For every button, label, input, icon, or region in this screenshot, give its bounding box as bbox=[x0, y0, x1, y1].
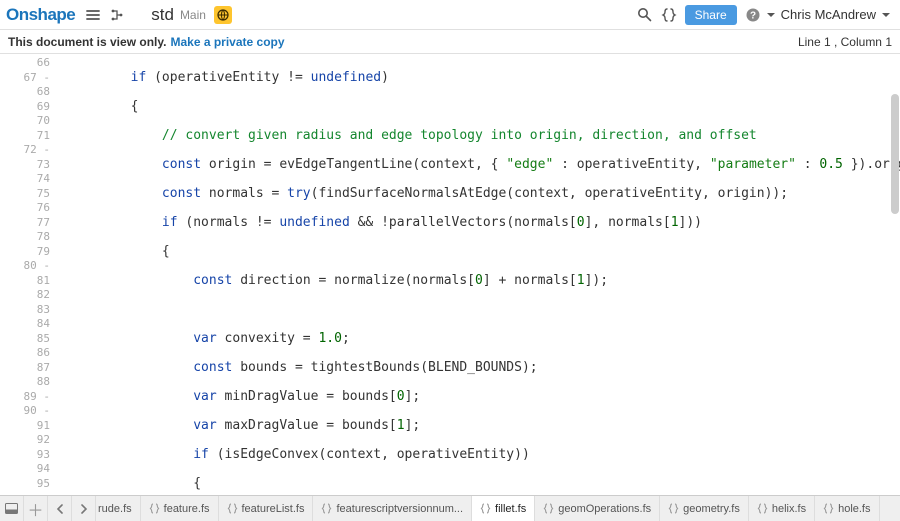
tab-geometry-fs[interactable]: geometry.fs bbox=[660, 496, 749, 521]
code-editor[interactable]: 6667 -6869707172 -7374757677787980 -8182… bbox=[0, 54, 900, 495]
tab-label: geomOperations.fs bbox=[558, 503, 651, 515]
line-number: 83 bbox=[0, 303, 50, 318]
top-bar: Onshape std Main Share ? Chris McAndrew bbox=[0, 0, 900, 30]
line-number: 71 bbox=[0, 129, 50, 144]
line-number: 94 bbox=[0, 462, 50, 477]
line-number: 73 bbox=[0, 158, 50, 173]
help-icon[interactable]: ? bbox=[743, 5, 763, 25]
line-number: 81 bbox=[0, 274, 50, 289]
line-gutter: 6667 -6869707172 -7374757677787980 -8182… bbox=[0, 54, 58, 495]
line-number: 82 bbox=[0, 288, 50, 303]
featurescript-file-icon bbox=[757, 503, 768, 514]
tab-strip: rude.fs feature.fs featureList.fs featuresc… bbox=[96, 496, 900, 521]
line-number: 77 bbox=[0, 216, 50, 231]
next-tab-icon[interactable] bbox=[72, 496, 96, 521]
line-number: 93 bbox=[0, 448, 50, 463]
code-content[interactable]: if (operativeEntity != undefined) { // c… bbox=[58, 54, 900, 495]
cursor-position: Line 1 , Column 1 bbox=[798, 35, 892, 49]
line-number: 79 bbox=[0, 245, 50, 260]
line-number: 66 bbox=[0, 56, 50, 71]
tab-featureList-fs[interactable]: featureList.fs bbox=[219, 496, 314, 521]
tree-icon[interactable] bbox=[107, 5, 127, 25]
featurescript-file-icon bbox=[321, 503, 332, 514]
line-number: 87 bbox=[0, 361, 50, 376]
tab-label: fillet.fs bbox=[495, 503, 526, 515]
document-title: std bbox=[151, 5, 174, 25]
line-number: 92 bbox=[0, 433, 50, 448]
line-number: 68 bbox=[0, 85, 50, 100]
tab-fillet-fs[interactable]: fillet.fs bbox=[472, 496, 535, 521]
tab-feature-fs[interactable]: feature.fs bbox=[141, 496, 219, 521]
tab-label: rude.fs bbox=[98, 503, 132, 515]
tab-label: geometry.fs bbox=[683, 503, 740, 515]
line-number: 74 bbox=[0, 172, 50, 187]
tab-label: feature.fs bbox=[164, 503, 210, 515]
line-number: 72 - bbox=[0, 143, 50, 158]
tab-featurescriptversionnum-[interactable]: featurescriptversionnum... bbox=[313, 496, 472, 521]
vertical-scrollbar[interactable] bbox=[890, 54, 900, 495]
tab-hole-fs[interactable]: hole.fs bbox=[815, 496, 879, 521]
featurescript-icon[interactable] bbox=[659, 5, 679, 25]
tab-label: hole.fs bbox=[838, 503, 870, 515]
line-number: 84 bbox=[0, 317, 50, 332]
line-number: 91 bbox=[0, 419, 50, 434]
add-tab-icon[interactable]: ＋ bbox=[24, 496, 48, 521]
line-number: 69 bbox=[0, 100, 50, 115]
scrollbar-thumb[interactable] bbox=[891, 94, 899, 214]
featurescript-file-icon bbox=[823, 503, 834, 514]
line-number: 78 bbox=[0, 230, 50, 245]
line-number: 95 bbox=[0, 477, 50, 492]
line-number: 67 - bbox=[0, 71, 50, 86]
line-number: 70 bbox=[0, 114, 50, 129]
tab-rude-fs[interactable]: rude.fs bbox=[96, 496, 141, 521]
info-bar: This document is view only. Make a priva… bbox=[0, 30, 900, 54]
featurescript-file-icon bbox=[149, 503, 160, 514]
tab-geomOperations-fs[interactable]: geomOperations.fs bbox=[535, 496, 660, 521]
line-number: 86 bbox=[0, 346, 50, 361]
share-button[interactable]: Share bbox=[685, 5, 737, 25]
tab-helix-fs[interactable]: helix.fs bbox=[749, 496, 815, 521]
tab-label: helix.fs bbox=[772, 503, 806, 515]
featurescript-file-icon bbox=[668, 503, 679, 514]
branch-name[interactable]: Main bbox=[180, 8, 206, 22]
bottom-bar: ＋ rude.fs feature.fs featureList.fs feature… bbox=[0, 495, 900, 521]
line-number: 88 bbox=[0, 375, 50, 390]
featurescript-file-icon bbox=[543, 503, 554, 514]
logo[interactable]: Onshape bbox=[6, 5, 75, 25]
menu-icon[interactable] bbox=[83, 5, 103, 25]
help-dropdown-icon[interactable] bbox=[765, 7, 775, 22]
featurescript-file-icon bbox=[480, 503, 491, 514]
tab-label: featureList.fs bbox=[242, 503, 305, 515]
search-icon[interactable] bbox=[635, 5, 655, 25]
line-number: 89 - bbox=[0, 390, 50, 405]
line-number: 80 - bbox=[0, 259, 50, 274]
prev-tab-icon[interactable] bbox=[48, 496, 72, 521]
line-number: 76 bbox=[0, 201, 50, 216]
make-copy-link[interactable]: Make a private copy bbox=[170, 35, 284, 49]
user-menu[interactable]: Chris McAndrew bbox=[781, 7, 890, 22]
line-number: 85 bbox=[0, 332, 50, 347]
line-number: 90 - bbox=[0, 404, 50, 419]
readonly-label: This document is view only. bbox=[8, 35, 166, 49]
featurescript-file-icon bbox=[227, 503, 238, 514]
panel-toggle-icon[interactable] bbox=[0, 496, 24, 521]
public-icon[interactable] bbox=[214, 6, 232, 24]
tab-label: featurescriptversionnum... bbox=[336, 503, 463, 515]
line-number: 75 bbox=[0, 187, 50, 202]
svg-text:?: ? bbox=[750, 10, 756, 21]
chevron-down-icon bbox=[880, 7, 890, 22]
